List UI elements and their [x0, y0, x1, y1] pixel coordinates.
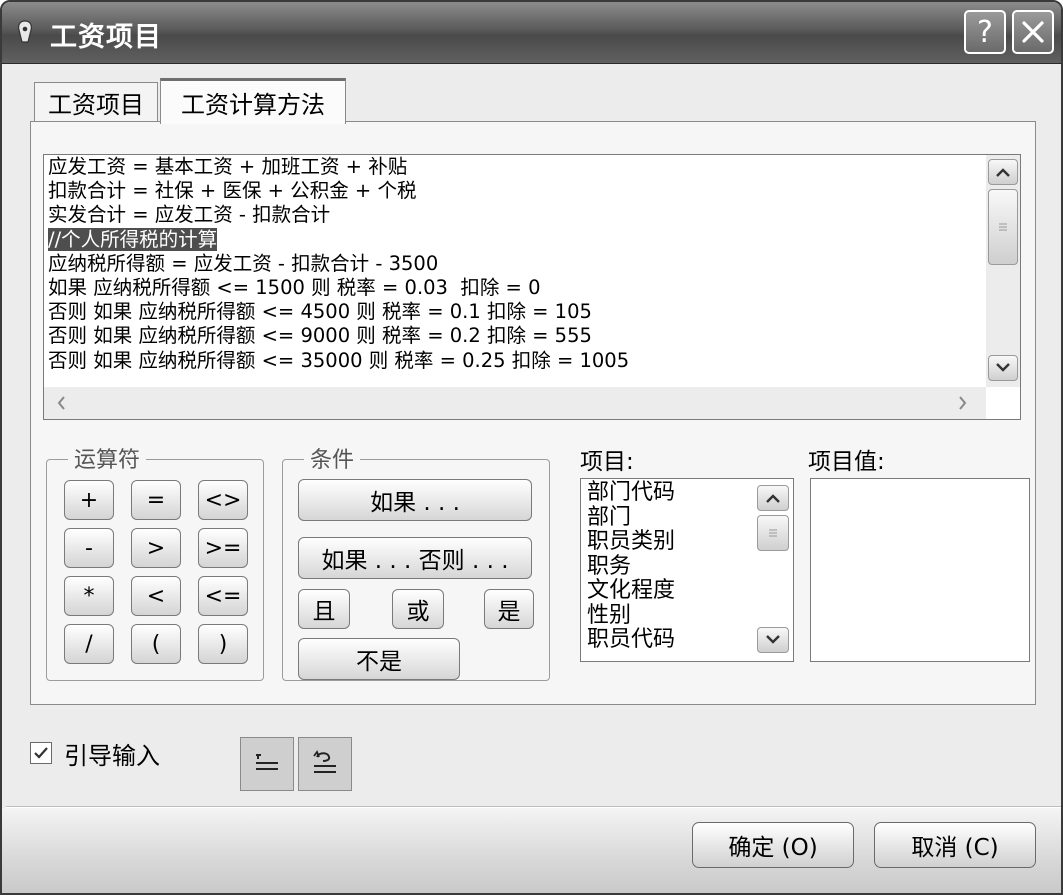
list-item[interactable]: 职员类别	[587, 529, 675, 555]
items-listbox[interactable]: 部门代码 部门 职员类别 职务 文化程度 性别 职员代码	[580, 478, 794, 662]
close-button[interactable]	[1012, 10, 1054, 54]
operator-button[interactable]: *	[64, 576, 114, 616]
operator-button[interactable]: <=	[198, 576, 248, 616]
is-button[interactable]: 是	[484, 589, 534, 629]
operator-button[interactable]: >=	[198, 528, 248, 568]
formula-line-text: 否则 如果 应纳税所得额 <= 35000 则 税率 = 0.25 扣除 = 1…	[48, 348, 630, 372]
formula-line[interactable]: 应纳税所得额 = 应发工资 - 扣款合计 - 3500	[48, 252, 978, 276]
operator-button[interactable]: (	[131, 624, 181, 664]
formula-line-text: //个人所得税的计算	[48, 227, 218, 251]
scroll-left-button[interactable]	[50, 391, 72, 415]
list-item[interactable]: 性别	[587, 603, 675, 629]
grip-icon	[769, 529, 777, 537]
dialog-window: 工资项目 ? 工资项目 工资计算方法 应发工资 = 基本工资 + 加班工资 + …	[0, 0, 1063, 895]
operator-button[interactable]: /	[64, 624, 114, 664]
formula-line-text: 否则 如果 应纳税所得额 <= 9000 则 税率 = 0.2 扣除 = 555	[48, 324, 592, 348]
close-icon	[1022, 21, 1044, 43]
items-scroll-thumb[interactable]	[757, 515, 789, 551]
operator-button[interactable]: >	[131, 528, 181, 568]
tab-salary-items[interactable]: 工资项目	[34, 82, 158, 122]
chevron-up-icon	[766, 494, 780, 503]
items-label: 项目:	[580, 449, 634, 475]
formula-line-text: 扣款合计 = 社保 + 医保 + 公积金 + 个税	[48, 179, 417, 203]
formula-line[interactable]: 否则 如果 应纳税所得额 <= 35000 则 税率 = 0.25 扣除 = 1…	[48, 349, 978, 373]
tab-calc-method[interactable]: 工资计算方法	[160, 78, 346, 124]
indent-button[interactable]	[240, 737, 294, 791]
formula-line[interactable]: 扣款合计 = 社保 + 医保 + 公积金 + 个税	[48, 179, 978, 203]
item-values-label: 项目值:	[808, 449, 885, 475]
formula-line[interactable]: 应发工资 = 基本工资 + 加班工资 + 补贴	[48, 155, 978, 179]
and-button[interactable]: 且	[298, 589, 350, 629]
help-button[interactable]: ?	[964, 10, 1006, 54]
chevron-down-icon	[766, 635, 780, 644]
formula-line[interactable]: 如果 应纳税所得额 <= 1500 则 税率 = 0.03 扣除 = 0	[48, 276, 978, 300]
scroll-up-button[interactable]	[988, 159, 1018, 185]
formula-editor[interactable]: 应发工资 = 基本工资 + 加班工资 + 补贴 扣款合计 = 社保 + 医保 + …	[43, 154, 1021, 420]
operator-button[interactable]: )	[198, 624, 248, 664]
list-item[interactable]: 部门	[587, 505, 675, 531]
vertical-scrollbar[interactable]	[986, 155, 1020, 387]
operator-button[interactable]: +	[64, 480, 114, 520]
formula-line[interactable]: 否则 如果 应纳税所得额 <= 4500 则 税率 = 0.1 扣除 = 105	[48, 300, 978, 324]
title-bar[interactable]: 工资项目 ?	[2, 2, 1061, 64]
formula-line-text: 如果 应纳税所得额 <= 1500 则 税率 = 0.03 扣除 = 0	[48, 275, 541, 299]
items-scroll-up-button[interactable]	[757, 485, 789, 511]
or-button[interactable]: 或	[392, 589, 444, 629]
chevron-down-icon	[996, 363, 1010, 372]
undo-icon	[313, 750, 336, 773]
operator-button[interactable]: <>	[198, 480, 248, 520]
formula-line-text: 应纳税所得额 = 应发工资 - 扣款合计 - 3500	[48, 251, 439, 275]
conditions-legend: 条件	[304, 442, 361, 474]
checkmark-icon	[34, 747, 48, 759]
undo-indent-button[interactable]	[298, 737, 352, 791]
items-scrollbar[interactable]	[755, 479, 793, 661]
formula-line[interactable]: //个人所得税的计算	[48, 227, 978, 252]
list-item[interactable]: 职员代码	[587, 627, 675, 653]
indent-icon	[256, 754, 278, 770]
list-item[interactable]: 文化程度	[587, 578, 675, 604]
formula-line-text: 实发合计 = 应发工资 - 扣款合计	[48, 203, 331, 227]
cancel-button[interactable]: 取消 (C)	[874, 822, 1036, 868]
operator-button[interactable]: <	[131, 576, 181, 616]
list-item[interactable]: 职务	[587, 554, 675, 580]
formula-line[interactable]: 否则 如果 应纳税所得额 <= 9000 则 税率 = 0.2 扣除 = 555	[48, 324, 978, 348]
ok-button[interactable]: 确定 (O)	[692, 822, 854, 868]
operators-legend: 运算符	[68, 442, 147, 474]
chevron-left-icon	[57, 396, 65, 410]
if-button[interactable]: 如果 . . .	[298, 479, 532, 521]
if-else-button[interactable]: 如果 . . . 否则 . . .	[298, 537, 532, 579]
formula-text[interactable]: 应发工资 = 基本工资 + 加班工资 + 补贴 扣款合计 = 社保 + 医保 + …	[48, 155, 978, 385]
items-list[interactable]: 部门代码 部门 职员类别 职务 文化程度 性别 职员代码	[587, 480, 675, 653]
not-button[interactable]: 不是	[298, 638, 460, 680]
grip-icon	[999, 223, 1007, 231]
scroll-right-button[interactable]	[952, 391, 974, 415]
chevron-right-icon	[959, 396, 967, 410]
formula-line-text: 应发工资 = 基本工资 + 加班工资 + 补贴	[48, 155, 408, 178]
guide-input-checkbox[interactable]	[30, 742, 52, 764]
app-icon	[16, 20, 34, 44]
formula-line[interactable]: 实发合计 = 应发工资 - 扣款合计	[48, 203, 978, 227]
guide-input-label[interactable]: 引导输入	[64, 736, 160, 771]
list-item[interactable]: 部门代码	[587, 480, 675, 506]
chevron-up-icon	[996, 168, 1010, 177]
scroll-down-button[interactable]	[988, 355, 1018, 381]
item-values-listbox[interactable]	[810, 478, 1030, 662]
operator-button[interactable]: =	[131, 480, 181, 520]
items-scroll-down-button[interactable]	[757, 627, 789, 653]
scroll-thumb[interactable]	[988, 189, 1018, 265]
operators-grid: + = <> - > >= * < <= / ()	[64, 480, 254, 670]
formula-line-text: 否则 如果 应纳税所得额 <= 4500 则 税率 = 0.1 扣除 = 105	[48, 300, 592, 324]
horizontal-scrollbar[interactable]	[44, 387, 986, 419]
operator-button[interactable]: -	[64, 528, 114, 568]
window-title: 工资项目	[50, 22, 162, 53]
